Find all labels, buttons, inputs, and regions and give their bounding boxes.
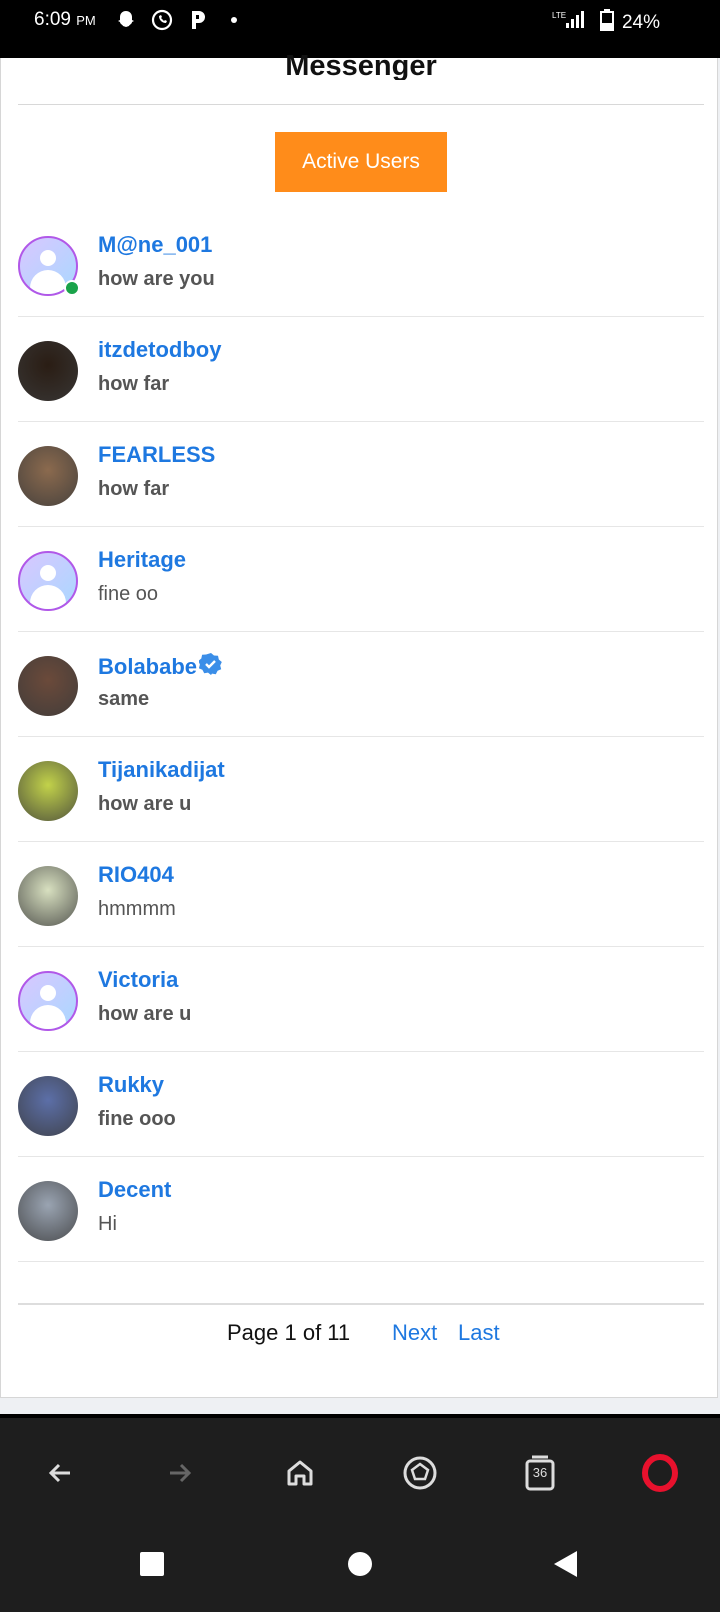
conversation-list: M@ne_001 how are you itzdetodboy how far FEA… (18, 212, 704, 1262)
battery-percent: 24% (621, 12, 660, 33)
conversation-name-text: Rukky (98, 1072, 165, 1097)
conversation-name[interactable]: Heritage (98, 547, 186, 573)
conversation-name-text: Victoria (98, 967, 179, 992)
avatar-head (40, 250, 56, 266)
conversation-row[interactable]: Rukky fine ooo (18, 1052, 704, 1157)
avatar[interactable] (18, 341, 78, 401)
avatar[interactable] (18, 446, 78, 506)
verified-badge-icon (198, 652, 223, 682)
conversation-row[interactable]: itzdetodboy how far (18, 317, 704, 422)
avatar-body (30, 1005, 66, 1029)
conversation-last-message: fine oo (98, 583, 159, 605)
avatar-head (40, 985, 56, 1001)
avatar[interactable] (18, 761, 78, 821)
conversation-row[interactable]: Tijanikadijat how are u (18, 737, 704, 842)
messenger-card: Messenger Active Users M@ne_001how are y… (0, 50, 720, 1398)
conversation-name-text: RIO404 (98, 862, 174, 887)
svg-text:LTE: LTE (552, 11, 566, 20)
default-avatar-icon[interactable] (18, 971, 78, 1031)
conversation-name-text: Bolababe (98, 654, 198, 679)
time-value: 6:09 (34, 9, 71, 30)
last-page-link[interactable]: Last (458, 1320, 500, 1346)
tab-count: 36 (532, 1465, 548, 1480)
default-avatar-icon[interactable] (18, 551, 78, 611)
back-triangle-icon[interactable] (546, 1544, 586, 1584)
conversation-row[interactable]: Heritage fine oo (18, 527, 704, 632)
whatsapp-icon (150, 8, 174, 32)
conversation-row[interactable]: Decent Hi (18, 1157, 704, 1262)
conversation-row[interactable]: M@ne_001how are you (18, 212, 704, 317)
recents-square-icon[interactable] (132, 1544, 172, 1584)
time-ampm: PM (76, 13, 96, 28)
browser-toolbar: 36 (0, 1414, 720, 1528)
conversation-name[interactable]: Victoria (98, 967, 178, 993)
home-circle-icon[interactable] (340, 1544, 380, 1584)
conversation-name[interactable]: Decent (98, 1177, 171, 1203)
conversation-name-text: Heritage (98, 547, 187, 572)
system-navigation-bar (0, 1524, 720, 1612)
avatar[interactable] (18, 1181, 78, 1241)
pagination-divider (18, 1303, 704, 1305)
conversation-last-message: fine ooo (98, 1108, 176, 1130)
conversation-last-message: same (98, 688, 150, 710)
conversation-last-message: how far (98, 478, 170, 500)
avatar[interactable] (18, 1076, 78, 1136)
active-users-button[interactable]: Active Users (275, 132, 447, 192)
conversation-last-message: how are u (98, 793, 192, 815)
conversation-row[interactable]: Bolababe same (18, 632, 704, 737)
next-page-link[interactable]: Next (392, 1320, 437, 1346)
avatar[interactable] (18, 866, 78, 926)
conversation-name-text: M@ne_001 (98, 232, 213, 257)
tabs-icon[interactable]: 36 (515, 1448, 565, 1498)
conversation-row[interactable]: RIO404 hmmmm (18, 842, 704, 947)
pagination: Page 1 of 11 Next Last (1, 1320, 720, 1350)
conversation-last-message: how are you (98, 268, 215, 290)
back-arrow-icon[interactable] (35, 1448, 85, 1498)
notification-dot-icon (222, 8, 246, 32)
battery-icon (599, 9, 614, 37)
conversation-row[interactable]: Victoria how are u (18, 947, 704, 1052)
avatar-body (30, 585, 66, 609)
home-icon[interactable] (275, 1448, 325, 1498)
conversation-name[interactable]: FEARLESS (98, 442, 215, 468)
page-title: Messenger (285, 50, 437, 80)
online-status-dot (64, 280, 80, 296)
conversation-name-text: Tijanikadijat (98, 757, 225, 782)
lte-signal-icon: LTE (552, 9, 592, 37)
conversation-name[interactable]: Tijanikadijat (98, 757, 225, 783)
conversation-name[interactable]: RIO404 (98, 862, 174, 888)
avatar-head (40, 565, 56, 581)
avatar-body (30, 270, 66, 294)
conversation-name[interactable]: Rukky (98, 1072, 164, 1098)
conversation-name[interactable]: itzdetodboy (98, 337, 221, 363)
conversation-last-message: how far (98, 373, 170, 395)
conversation-last-message: hmmmm (98, 898, 176, 920)
conversation-row[interactable]: FEARLESS how far (18, 422, 704, 527)
conversation-last-message: Hi (98, 1213, 117, 1235)
page-indicator: Page 1 of 11 (227, 1320, 351, 1345)
status-time: 6:09 PM (34, 9, 96, 31)
title-divider (18, 104, 704, 105)
p-app-icon (186, 8, 210, 32)
conversation-name[interactable]: M@ne_001 (98, 232, 212, 258)
conversation-name-text: itzdetodboy (98, 337, 222, 362)
conversation-name[interactable]: Bolababe (98, 652, 223, 682)
conversation-name-text: FEARLESS (98, 442, 216, 467)
opera-menu-icon[interactable] (635, 1448, 685, 1498)
forward-arrow-icon[interactable] (155, 1448, 205, 1498)
conversation-name-text: Decent (98, 1177, 172, 1202)
speed-dial-icon[interactable] (395, 1448, 445, 1498)
conversation-last-message: how are u (98, 1003, 192, 1025)
avatar[interactable] (18, 656, 78, 716)
snapchat-icon (114, 8, 138, 32)
